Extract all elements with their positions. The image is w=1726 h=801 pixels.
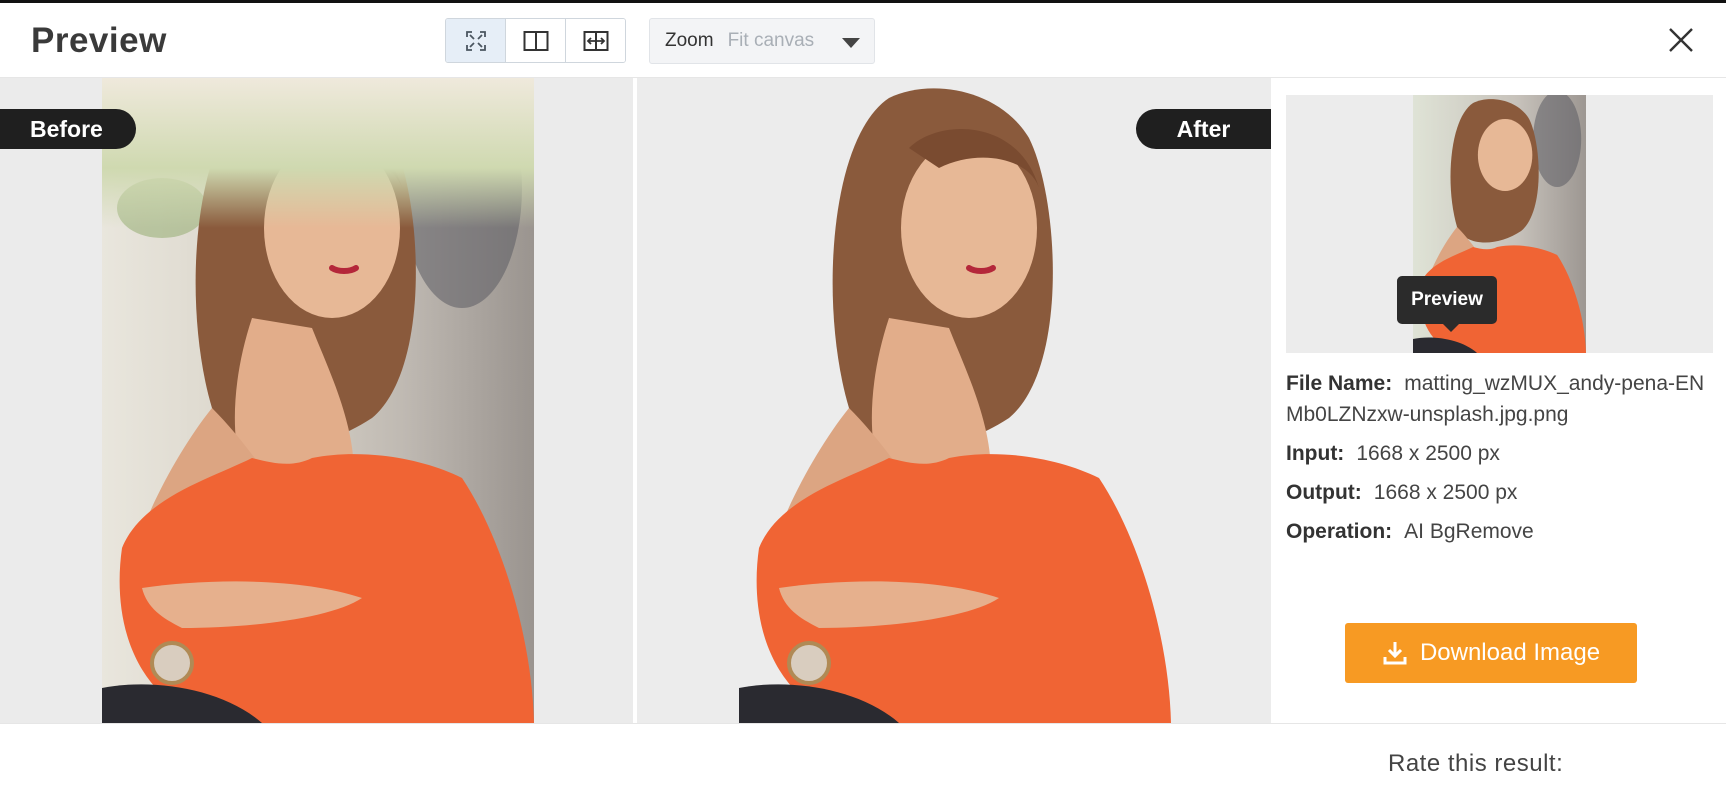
- rate-result-label: Rate this result:: [1388, 750, 1564, 777]
- zoom-value: Fit canvas: [727, 30, 815, 51]
- compare-slider-icon: [583, 30, 608, 51]
- before-label: Before: [0, 109, 136, 149]
- operation-row: Operation: AI BgRemove: [1286, 516, 1716, 547]
- details-sidebar: Preview File Name: matting_wzMUX_andy-pen…: [1271, 78, 1726, 723]
- file-name-row: File Name: matting_wzMUX_andy-pena-ENMb0L…: [1286, 368, 1716, 430]
- comparison-canvas[interactable]: Before After: [0, 78, 1271, 723]
- after-pane: After: [637, 78, 1271, 723]
- header-bar: Preview Zoom Fit canvas: [0, 3, 1726, 78]
- input-row: Input: 1668 x 2500 px: [1286, 438, 1716, 469]
- input-key: Input:: [1286, 442, 1345, 465]
- before-photo-illustration: [102, 78, 534, 723]
- output-key: Output:: [1286, 481, 1362, 504]
- output-value: 1668 x 2500 px: [1373, 481, 1518, 504]
- operation-key: Operation:: [1286, 520, 1393, 543]
- after-image: [739, 78, 1171, 723]
- output-row: Output: 1668 x 2500 px: [1286, 477, 1716, 508]
- zoom-label: Zoom: [665, 30, 714, 51]
- footer-bar: Rate this result:: [0, 723, 1726, 801]
- thumbnail-panel: Preview: [1286, 95, 1713, 353]
- operation-value: AI BgRemove: [1404, 520, 1534, 543]
- before-pane: Before: [0, 78, 633, 723]
- download-icon: [1383, 642, 1407, 665]
- fit-screen-icon: [465, 30, 486, 51]
- side-by-side-view-button[interactable]: [506, 19, 566, 62]
- caret-down-icon: [842, 38, 860, 48]
- download-label: Download Image: [1419, 639, 1601, 666]
- file-info: File Name: matting_wzMUX_andy-pena-ENMb0L…: [1286, 368, 1716, 555]
- preview-tooltip: Preview: [1397, 276, 1497, 332]
- compare-slider-view-button[interactable]: [566, 19, 625, 62]
- close-icon: [1669, 28, 1693, 52]
- close-button[interactable]: [1664, 23, 1698, 57]
- before-image: [102, 78, 534, 723]
- fit-screen-view-button[interactable]: [446, 19, 506, 62]
- after-label: After: [1136, 109, 1271, 149]
- view-mode-group: [445, 18, 626, 63]
- input-value: 1668 x 2500 px: [1356, 442, 1500, 465]
- after-photo-illustration: [739, 88, 1171, 723]
- page-title: Preview: [31, 21, 167, 60]
- split-view-icon: [523, 30, 548, 51]
- download-image-button[interactable]: Download Image: [1345, 623, 1637, 683]
- zoom-dropdown[interactable]: Zoom Fit canvas: [649, 18, 875, 64]
- file-name-key: File Name:: [1286, 372, 1393, 395]
